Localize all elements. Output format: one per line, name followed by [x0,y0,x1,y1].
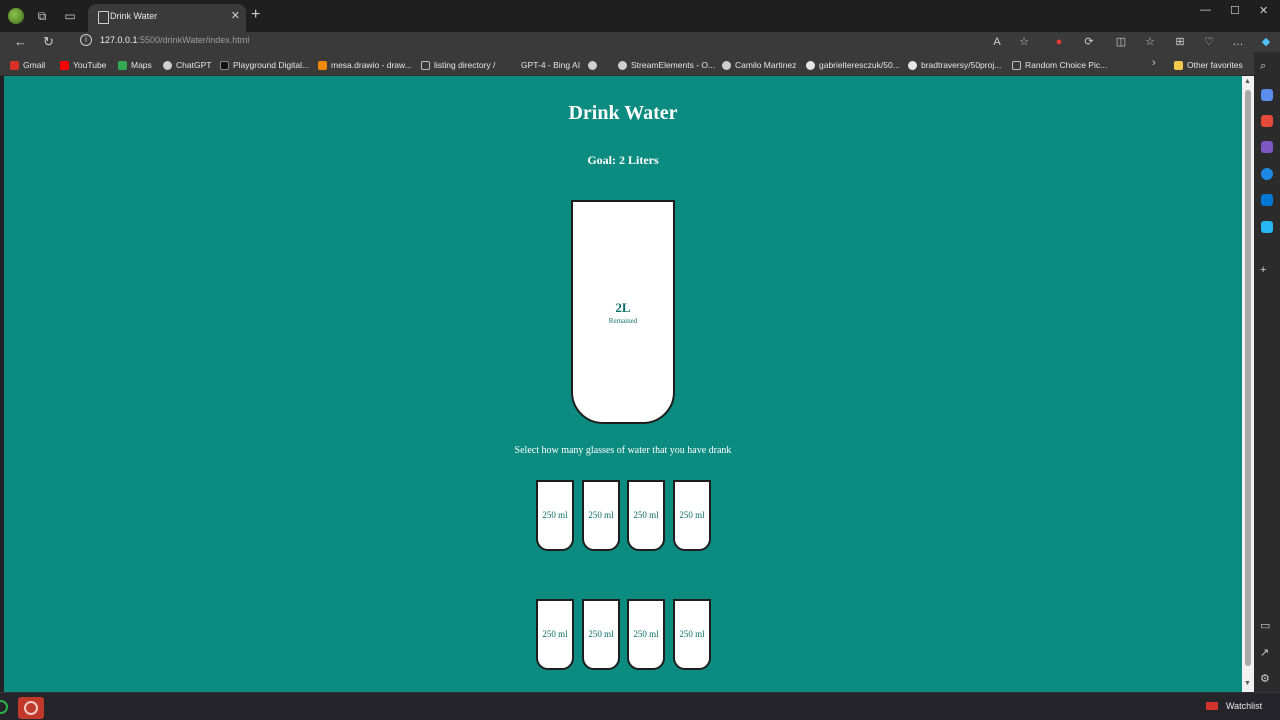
sidebar-tools-icon[interactable] [1261,115,1273,127]
github-icon [806,60,815,70]
bookmark-youtube[interactable]: YouTube [60,58,106,72]
search-icon[interactable]: ⌕ [1260,60,1266,73]
close-tab-icon[interactable]: ✕ [231,9,240,22]
scroll-up-icon[interactable]: ▲ [1244,78,1251,85]
taskbar: Watchlist [0,692,1280,720]
favorite-star-icon[interactable]: ☆ [1016,34,1032,50]
split-screen-icon[interactable]: ◫ [1113,34,1129,50]
bookmark-gabrielteresczuk[interactable]: gabrielteresczuk/50... [806,58,900,72]
sync-icon[interactable]: ⟳ [1081,34,1097,50]
small-cup[interactable]: 250 ml [536,599,574,670]
bookmark-gmail[interactable]: Gmail [10,58,45,72]
tab-actions-icon[interactable]: ▭ [62,8,78,24]
add-icon[interactable]: + [1260,264,1266,276]
instructions-text: Select how many glasses of water that yo… [514,445,732,456]
site-info-icon[interactable]: i [80,34,92,46]
small-cup[interactable]: 250 ml [673,480,711,551]
sidebar-games-icon[interactable] [1261,141,1273,153]
maps-icon [118,60,127,70]
small-cup[interactable]: 250 ml [627,480,665,551]
collections-icon[interactable]: ⊞ [1172,34,1188,50]
watchlist-widget[interactable]: Watchlist [1206,701,1262,711]
bookmark-gpt4-bing[interactable]: GPT-4 - Bing AI [508,58,580,72]
bookmark-mesa-drawio[interactable]: mesa.drawio - draw... [318,58,412,72]
new-tab-icon[interactable]: + [251,6,260,24]
address-bar[interactable]: i 127.0.0.1:5500/drinkWater/index.html [72,32,1042,50]
stock-chart-icon [1206,702,1218,710]
back-icon[interactable]: ← [14,34,27,49]
bookmark-chatgpt[interactable]: ChatGPT [163,58,211,72]
sidebar-send-icon[interactable] [1261,221,1273,233]
page-title: Drink Water [568,102,678,124]
big-cup: 2L Remained [571,200,675,424]
drink-water-page: Drink Water Goal: 2 Liters 2L Remained S… [4,76,1242,692]
edge-sidebar: ⌕ + ▭ ↗ ⚙ [1254,52,1280,692]
playground-icon [220,60,229,70]
sidebar-copilot-icon[interactable] [1261,168,1273,180]
tab-drink-water[interactable]: Drink Water ✕ [88,4,246,32]
copilot-icon[interactable]: ◆ [1258,34,1274,50]
page-icon [98,11,109,24]
minimize-icon[interactable]: — [1200,4,1211,16]
folder-icon [1174,60,1183,70]
page-scrollbar[interactable]: ▲ ▼ [1242,76,1254,692]
sidebar-settings-icon[interactable]: ⚙ [1260,672,1270,685]
page-viewport: Drink Water Goal: 2 Liters 2L Remained S… [4,76,1242,692]
streamelements-icon [618,60,627,70]
url-text[interactable]: 127.0.0.1:5500/drinkWater/index.html [100,35,249,45]
page-icon [1012,60,1021,70]
youtube-icon [60,60,69,70]
outlook-icon[interactable] [1261,194,1273,206]
open-external-icon[interactable]: ↗ [1260,646,1269,659]
remained-amount: 2L [615,300,631,315]
other-favorites[interactable]: Other favorites [1174,58,1243,72]
extension-icon[interactable]: ● [1051,34,1067,50]
browser-essentials-icon[interactable]: ♡ [1201,34,1217,50]
hide-sidebar-icon[interactable]: ▭ [1260,619,1270,632]
sidebar-tag-icon[interactable] [1261,89,1273,101]
github-icon [908,60,917,70]
gmail-icon [10,60,19,70]
bookmark-discord[interactable] [588,58,601,72]
tab-title: Drink Water [110,11,158,21]
bookmark-listing-directory[interactable]: listing directory / [421,58,495,72]
bookmarks-bar: Gmail YouTube Maps ChatGPT Playground Di… [0,52,1280,76]
drawio-icon [318,60,327,70]
bookmark-playground-digital[interactable]: Playground Digital... [220,58,309,72]
refresh-icon[interactable]: ↻ [43,34,54,50]
obs-app-icon[interactable] [18,697,44,719]
workspaces-icon[interactable]: ⧉ [34,8,50,24]
read-aloud-icon[interactable]: A [989,34,1005,50]
small-cup[interactable]: 250 ml [582,480,620,551]
user-icon [722,60,731,70]
discord-icon [588,60,597,70]
goal-text: Goal: 2 Liters [587,153,659,167]
profile-avatar-icon[interactable] [8,8,24,24]
scroll-thumb[interactable] [1245,90,1251,666]
bookmark-random-choice[interactable]: Random Choice Pic... [1012,58,1107,72]
address-toolbar: ← ↻ i 127.0.0.1:5500/drinkWater/index.ht… [0,32,1280,52]
settings-menu-icon[interactable]: … [1230,34,1246,50]
chatgpt-icon [163,60,172,70]
watchlist-label: Watchlist [1226,701,1263,711]
bookmark-camilo-martinez[interactable]: Camilo Martinez [722,58,796,72]
page-icon [421,60,430,70]
small-cup[interactable]: 250 ml [582,599,620,670]
small-cup[interactable]: 250 ml [673,599,711,670]
bing-icon [508,60,517,70]
close-window-icon[interactable]: ✕ [1259,4,1268,17]
bookmark-maps[interactable]: Maps [118,58,152,72]
small-cup[interactable]: 250 ml [536,480,574,551]
small-cup[interactable]: 250 ml [627,599,665,670]
favorites-icon[interactable]: ☆ [1142,34,1158,50]
chevron-right-icon[interactable]: › [1152,57,1156,69]
remained-label: Remained [608,317,638,325]
start-icon[interactable] [0,700,8,714]
maximize-icon[interactable]: ☐ [1230,4,1240,17]
scroll-down-icon[interactable]: ▼ [1244,680,1251,687]
bookmark-streamelements[interactable]: StreamElements - O... [618,58,715,72]
bookmark-bradtraversy[interactable]: bradtraversy/50proj... [908,58,1001,72]
tab-strip: ⧉ ▭ Drink Water ✕ + — ☐ ✕ [0,0,1280,32]
